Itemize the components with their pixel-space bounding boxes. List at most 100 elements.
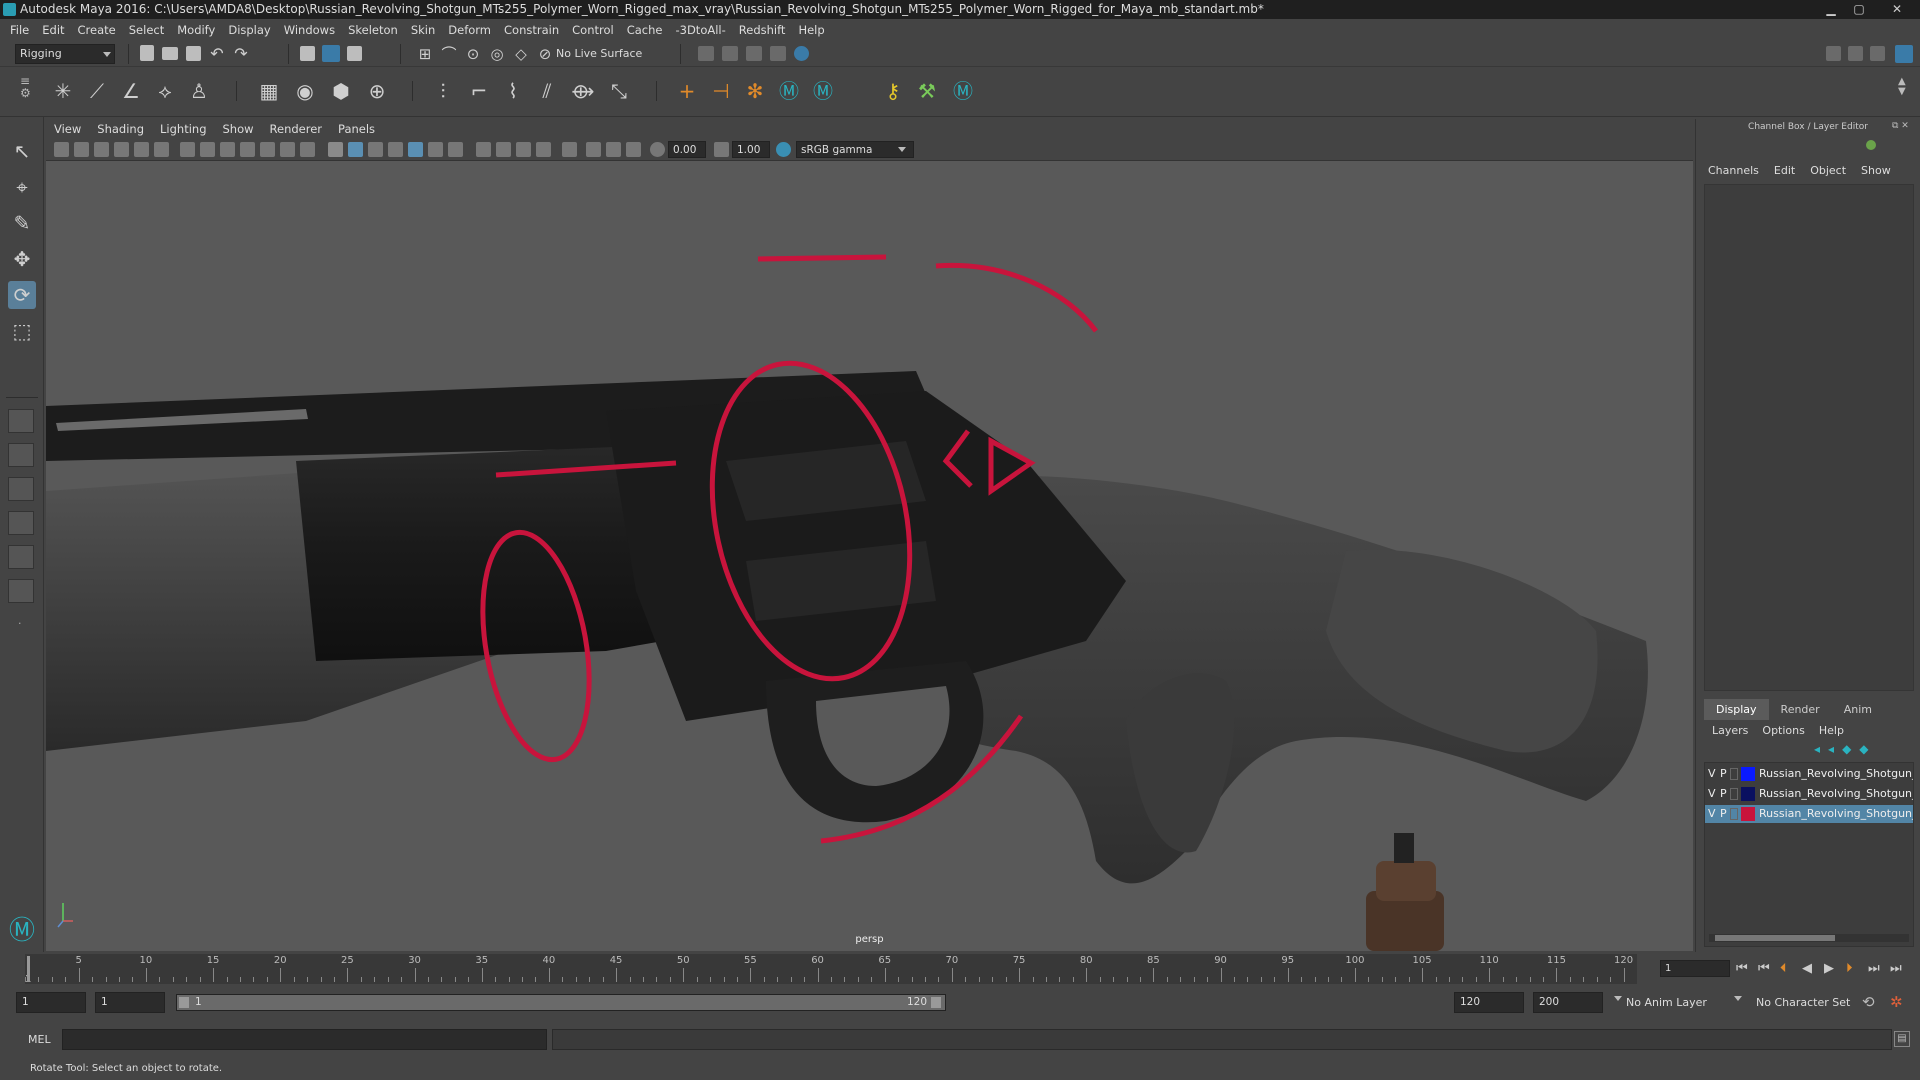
select-component-icon[interactable] (347, 46, 362, 61)
camera-select-icon[interactable] (54, 142, 69, 157)
script-editor-icon[interactable]: ▤ (1894, 1031, 1910, 1047)
select-object-icon[interactable] (322, 45, 340, 62)
textured-icon[interactable] (408, 142, 423, 157)
menu-windows[interactable]: Windows (284, 23, 335, 37)
layer-display-type[interactable] (1730, 768, 1738, 780)
command-input[interactable] (62, 1029, 547, 1050)
layer-playback-toggle[interactable]: P (1720, 785, 1727, 803)
render-view-icon[interactable] (698, 46, 714, 61)
bind-skin-icon[interactable]: ⫶ (430, 78, 456, 104)
go-to-end-icon[interactable]: ⏭ (1890, 961, 1902, 976)
play-forwards-icon[interactable]: ▶ (1824, 961, 1834, 976)
current-frame-field[interactable]: 1 (1660, 960, 1730, 977)
rotate-tool-icon[interactable]: ⟳ (8, 281, 36, 309)
shadows-icon[interactable] (448, 142, 463, 157)
layer-color-swatch[interactable] (1741, 807, 1755, 821)
scrollbar-thumb[interactable] (1715, 935, 1835, 941)
tab-anim[interactable]: Anim (1832, 699, 1884, 720)
persp-graph-layout-icon[interactable] (8, 511, 34, 535)
film-gate-icon[interactable] (200, 142, 215, 157)
channel-box-menu-show[interactable]: Show (1861, 164, 1891, 177)
xray-active-icon[interactable] (606, 142, 621, 157)
prune-weights-icon[interactable]: ⤡ (606, 78, 632, 104)
animation-preferences-icon[interactable]: ✲ (1890, 993, 1903, 1011)
tab-display[interactable]: Display (1704, 699, 1769, 720)
close-button[interactable]: ✕ (1880, 1, 1914, 17)
layer-playback-toggle[interactable]: P (1720, 805, 1727, 823)
cluster-icon[interactable]: ▦ (256, 78, 282, 104)
step-forward-key-icon[interactable]: ⏭ (1868, 961, 1880, 976)
new-scene-icon[interactable] (140, 45, 154, 61)
grease-pencil-icon[interactable] (154, 142, 169, 157)
layer-color-swatch[interactable] (1741, 767, 1755, 781)
create-joint-icon[interactable]: ✳ (50, 78, 76, 104)
layer-row-selected[interactable]: V P Russian_Revolving_Shotgun_ (1705, 805, 1913, 823)
character-set-dropdown[interactable]: No Character Set (1756, 996, 1850, 1009)
snap-surface-icon[interactable]: ◇ (508, 41, 534, 67)
screen-space-ao-icon[interactable] (476, 142, 491, 157)
use-lights-icon[interactable] (428, 142, 443, 157)
top-control-line[interactable] (757, 254, 887, 262)
move-layer-up-icon[interactable]: ◂ (1814, 742, 1828, 756)
point-constraint-icon[interactable]: + (674, 78, 700, 104)
menu-file[interactable]: File (10, 23, 29, 37)
pole-vector-icon[interactable]: Ⓜ (810, 78, 836, 104)
smooth-shade-icon[interactable] (348, 142, 363, 157)
layer-name[interactable]: Russian_Revolving_Shotgun_ (1759, 785, 1913, 803)
modeling-toolkit-icon[interactable] (1826, 46, 1841, 61)
mel-script-icon[interactable]: Ⓜ (950, 78, 976, 104)
layer-menu-layers[interactable]: Layers (1712, 724, 1748, 737)
layer-display-type[interactable] (1730, 808, 1738, 820)
go-to-start-icon[interactable]: ⏮ (1736, 961, 1748, 976)
chevron-down-icon[interactable] (898, 147, 906, 152)
gate-mask-icon[interactable] (240, 142, 255, 157)
menu-3dtoall[interactable]: -3DtoAll- (675, 23, 725, 37)
layer-name[interactable]: Russian_Revolving_Shotgun_ (1759, 765, 1913, 783)
start-time-field[interactable]: 1 (16, 992, 86, 1013)
range-end-handle[interactable] (931, 997, 941, 1008)
step-forward-frame-icon[interactable]: ⏵ (1846, 961, 1853, 976)
set-driven-key-icon[interactable]: ⚷ (880, 78, 906, 104)
snap-grid-icon[interactable]: ⊞ (412, 41, 438, 67)
field-chart-icon[interactable] (260, 142, 275, 157)
layer-menu-help[interactable]: Help (1819, 724, 1844, 737)
redo-icon[interactable]: ↷ (228, 41, 254, 67)
gamma-icon[interactable] (714, 142, 729, 157)
menu-display[interactable]: Display (228, 23, 270, 37)
layer-menu-options[interactable]: Options (1762, 724, 1804, 737)
playback-end-field[interactable]: 120 (1454, 992, 1524, 1013)
ik-handle-icon[interactable]: ∠ (118, 78, 144, 104)
menuset-dropdown[interactable]: Rigging (15, 44, 115, 64)
menu-cache[interactable]: Cache (627, 23, 663, 37)
xray-icon[interactable] (388, 142, 403, 157)
float-panel-icon[interactable]: ⧉ ✕ (1892, 121, 1909, 131)
depth-of-field-icon[interactable] (536, 142, 551, 157)
render-settings-icon[interactable] (770, 46, 786, 61)
lasso-tool-icon[interactable]: ⌖ (8, 173, 36, 201)
layer-scrollbar[interactable] (1709, 934, 1909, 942)
anti-aliasing-icon[interactable] (516, 142, 531, 157)
layer-row[interactable]: V P Russian_Revolving_Shotgun_ (1705, 765, 1913, 783)
hypershade-layout-icon[interactable] (8, 545, 34, 569)
tool-settings-icon[interactable] (1870, 46, 1885, 61)
viewport-menu-renderer[interactable]: Renderer (270, 122, 323, 136)
single-perspective-layout-icon[interactable] (8, 409, 34, 433)
tab-render[interactable]: Render (1769, 699, 1832, 720)
xray-joints-icon[interactable] (586, 142, 601, 157)
smooth-bind-icon[interactable]: ⌐ (466, 78, 492, 104)
channel-box-menu-channels[interactable]: Channels (1708, 164, 1759, 177)
scale-tool-icon[interactable]: ⬚ (8, 317, 36, 345)
layer-name[interactable]: Russian_Revolving_Shotgun_ (1759, 805, 1913, 823)
resolution-gate-icon[interactable] (220, 142, 235, 157)
viewport-menu-panels[interactable]: Panels (338, 122, 375, 136)
isolate-select-icon[interactable] (562, 142, 577, 157)
chevron-down-icon[interactable] (1614, 996, 1622, 1001)
menu-skin[interactable]: Skin (411, 23, 435, 37)
channel-box-toggle-icon[interactable] (1895, 45, 1913, 63)
end-time-field[interactable]: 200 (1533, 992, 1603, 1013)
open-scene-icon[interactable] (162, 47, 178, 60)
range-start-handle[interactable] (179, 997, 189, 1008)
menu-create[interactable]: Create (78, 23, 116, 37)
render-frame-icon[interactable] (722, 46, 738, 61)
playback-start-field[interactable]: 1 (95, 992, 165, 1013)
